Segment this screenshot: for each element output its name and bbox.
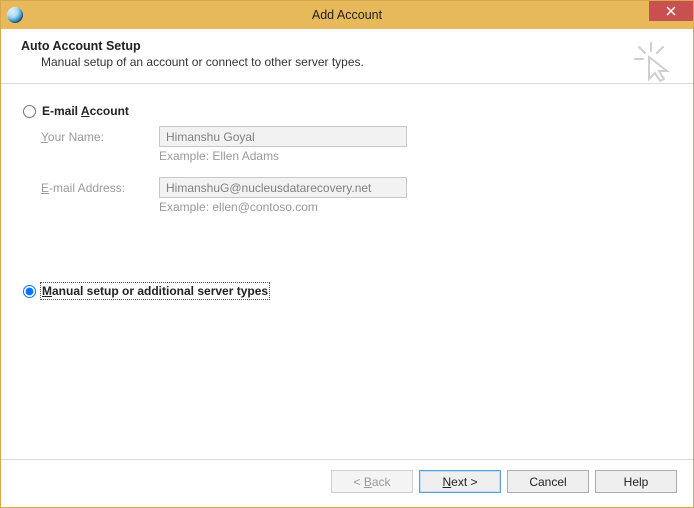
close-icon: [666, 6, 676, 16]
page-title: Auto Account Setup: [21, 39, 673, 53]
your-name-example: Example: Ellen Adams: [159, 149, 671, 163]
page-subtitle: Manual setup of an account or connect to…: [41, 55, 673, 69]
email-account-option[interactable]: E-mail Account: [23, 104, 671, 118]
titlebar: Add Account: [1, 1, 693, 29]
manual-setup-label: Manual setup or additional server types: [42, 284, 268, 298]
add-account-dialog: Add Account Auto Account Setup Manual se…: [0, 0, 694, 508]
wizard-content: E-mail Account Your Name: Example: Ellen…: [1, 84, 693, 459]
close-button[interactable]: [649, 1, 693, 21]
window-title: Add Account: [1, 8, 693, 22]
globe-icon: [7, 7, 23, 23]
back-button: < Back: [331, 470, 413, 493]
email-address-example: Example: ellen@contoso.com: [159, 200, 671, 214]
next-button[interactable]: Next >: [419, 470, 501, 493]
cursor-click-icon: [633, 41, 675, 83]
help-button[interactable]: Help: [595, 470, 677, 493]
cancel-button[interactable]: Cancel: [507, 470, 589, 493]
your-name-label: Your Name:: [41, 130, 159, 144]
email-account-label: E-mail Account: [42, 104, 129, 118]
wizard-header: Auto Account Setup Manual setup of an ac…: [1, 29, 693, 84]
email-form: Your Name: Example: Ellen Adams E-mail A…: [41, 126, 671, 214]
email-account-radio[interactable]: [23, 105, 36, 118]
wizard-footer: < Back Next > Cancel Help: [1, 459, 693, 507]
email-address-input: [159, 177, 407, 198]
manual-setup-option[interactable]: Manual setup or additional server types: [23, 284, 268, 298]
email-address-label: E-mail Address:: [41, 181, 159, 195]
your-name-input: [159, 126, 407, 147]
manual-setup-radio[interactable]: [23, 285, 36, 298]
